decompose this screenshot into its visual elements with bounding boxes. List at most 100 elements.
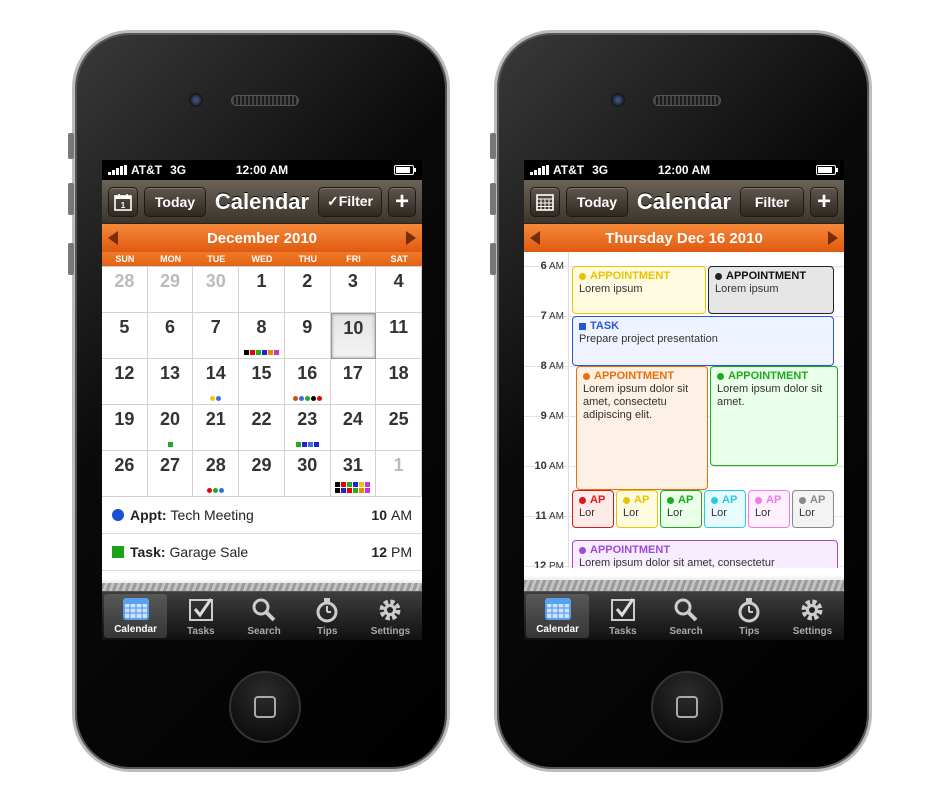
- hour-label: 8 AM: [530, 360, 564, 372]
- add-event-button[interactable]: +: [388, 186, 416, 217]
- appt-yellow-small[interactable]: AP Lor: [616, 490, 658, 528]
- event-dot: [353, 482, 359, 487]
- day-cell[interactable]: 15: [239, 359, 285, 405]
- tab-bar: Calendar Tasks Search Tips Settings: [102, 591, 422, 640]
- day-cell[interactable]: 1: [239, 267, 285, 313]
- previous-day-arrow-icon[interactable]: [530, 231, 540, 245]
- event-dot: [347, 482, 353, 487]
- day-cell[interactable]: 7: [193, 313, 240, 359]
- event-hour: 12: [371, 544, 387, 560]
- event-title: Tech Meeting: [170, 507, 254, 523]
- tab-tips[interactable]: Tips: [296, 592, 359, 640]
- tab-calendar[interactable]: Calendar: [104, 594, 168, 638]
- event-text: Lorem ipsum dolor sit amet, consectetu a…: [583, 383, 689, 421]
- day-cell[interactable]: 18: [376, 359, 422, 405]
- event-list-item[interactable]: Task: Garage Sale 12 PM: [102, 534, 422, 571]
- day-cell[interactable]: 10: [330, 313, 377, 359]
- day-cell[interactable]: 26: [102, 451, 148, 497]
- day-cell[interactable]: 25: [376, 405, 422, 451]
- day-cell[interactable]: 31: [330, 451, 377, 497]
- day-cell[interactable]: 29: [239, 451, 285, 497]
- tab-search[interactable]: Search: [654, 592, 717, 640]
- event-list-item[interactable]: Appt: Tech Meeting 10 AM: [102, 497, 422, 534]
- appt-gray-small[interactable]: AP Lor: [792, 490, 834, 528]
- event-text: Lor: [711, 507, 727, 519]
- tab-calendar[interactable]: Calendar: [526, 594, 590, 638]
- appt-green[interactable]: APPOINTMENT Lorem ipsum dolor sit amet.: [710, 366, 838, 466]
- task-blue[interactable]: TASK Prepare project presentation: [572, 316, 834, 366]
- day-cell[interactable]: 9: [284, 313, 331, 359]
- day-cell[interactable]: 5: [102, 313, 148, 359]
- day-number: 28: [205, 455, 226, 475]
- day-cell[interactable]: 20: [147, 405, 194, 451]
- day-cell[interactable]: 22: [239, 405, 285, 451]
- day-cell[interactable]: 2: [284, 267, 331, 313]
- today-button[interactable]: Today: [144, 186, 206, 217]
- day-timeline[interactable]: 6 AM 7 AM 8 AM 9 AM 10 AM 11 AM 12 PM APPOINTME…: [524, 252, 844, 590]
- event-heading: APPOINTMENT: [583, 370, 701, 383]
- weekday-label: WED: [251, 254, 273, 264]
- day-cell[interactable]: 30: [193, 267, 240, 313]
- day-cell[interactable]: 21: [193, 405, 240, 451]
- day-cell[interactable]: 4: [376, 267, 422, 313]
- event-title: AP: [634, 494, 650, 506]
- month-view-button[interactable]: [530, 186, 560, 217]
- event-list: Appt: Tech Meeting 10 AM Task: Garage Sale 12 P…: [102, 497, 422, 571]
- day-cell[interactable]: 30: [284, 451, 331, 497]
- event-dot: [249, 350, 255, 355]
- tab-label: Calendar: [114, 624, 157, 635]
- day-cell[interactable]: 12: [102, 359, 148, 405]
- event-dot: [316, 396, 322, 401]
- day-cell[interactable]: 29: [147, 267, 194, 313]
- day-cell[interactable]: 3: [330, 267, 377, 313]
- day-cell[interactable]: 28: [102, 267, 148, 313]
- appt-red-small[interactable]: AP Lor: [572, 490, 614, 528]
- filter-button[interactable]: Filter: [740, 186, 804, 217]
- tab-settings[interactable]: Settings: [781, 592, 844, 640]
- tab-label: Tasks: [608, 626, 637, 637]
- event-indicators: [331, 482, 376, 493]
- day-cell[interactable]: 11: [376, 313, 422, 359]
- volume-down-button: [68, 243, 74, 275]
- appt-green-small[interactable]: AP Lor: [660, 490, 702, 528]
- screen-month-view: AT&T 3G 12:00 AM 1 Today Calendar ✓Filte…: [102, 160, 422, 640]
- day-cell[interactable]: 1: [376, 451, 422, 497]
- filter-button[interactable]: ✓Filter: [318, 186, 382, 217]
- tab-search[interactable]: Search: [232, 592, 295, 640]
- tab-label: Tips: [739, 626, 760, 637]
- day-cell[interactable]: 13: [147, 359, 194, 405]
- day-cell[interactable]: 24: [330, 405, 377, 451]
- next-month-arrow-icon[interactable]: [405, 231, 416, 245]
- day-cell[interactable]: 23: [284, 405, 331, 451]
- event-text: Lor: [579, 507, 595, 519]
- day-cell[interactable]: 27: [147, 451, 194, 497]
- next-day-arrow-icon[interactable]: [828, 231, 838, 245]
- day-cell[interactable]: 8: [239, 313, 285, 359]
- calendar-date-icon: 1: [114, 193, 132, 211]
- appt-orange[interactable]: APPOINTMENT Lorem ipsum dolor sit amet, c…: [576, 366, 708, 490]
- day-cell[interactable]: 16: [284, 359, 331, 405]
- day-cell[interactable]: 19: [102, 405, 148, 451]
- day-cell[interactable]: 28: [193, 451, 240, 497]
- add-event-button[interactable]: +: [810, 186, 838, 217]
- tab-settings[interactable]: Settings: [359, 592, 422, 640]
- appt-cyan-small[interactable]: AP Lor: [704, 490, 746, 528]
- status-bar: AT&T 3G 12:00 AM: [524, 160, 844, 180]
- day-cell[interactable]: 6: [147, 313, 194, 359]
- appt-pink-small[interactable]: AP Lor: [748, 490, 790, 528]
- calendar-date-button[interactable]: 1: [108, 186, 138, 217]
- tab-tasks[interactable]: Tasks: [169, 592, 232, 640]
- day-cell[interactable]: 17: [330, 359, 377, 405]
- hour-ampm: AM: [546, 511, 564, 522]
- previous-month-arrow-icon[interactable]: [108, 231, 118, 245]
- hour-label: 7 AM: [530, 310, 564, 322]
- today-button[interactable]: Today: [566, 186, 628, 217]
- event-dot: [210, 396, 216, 401]
- appt-black[interactable]: APPOINTMENT Lorem ipsum: [708, 266, 834, 314]
- event-text: Prepare project presentation: [579, 333, 718, 345]
- tab-tasks[interactable]: Tasks: [591, 592, 654, 640]
- tab-tips[interactable]: Tips: [718, 592, 781, 640]
- event-time: 10 AM: [371, 507, 412, 523]
- appt-yellow[interactable]: APPOINTMENT Lorem ipsum: [572, 266, 706, 314]
- day-cell[interactable]: 14: [193, 359, 240, 405]
